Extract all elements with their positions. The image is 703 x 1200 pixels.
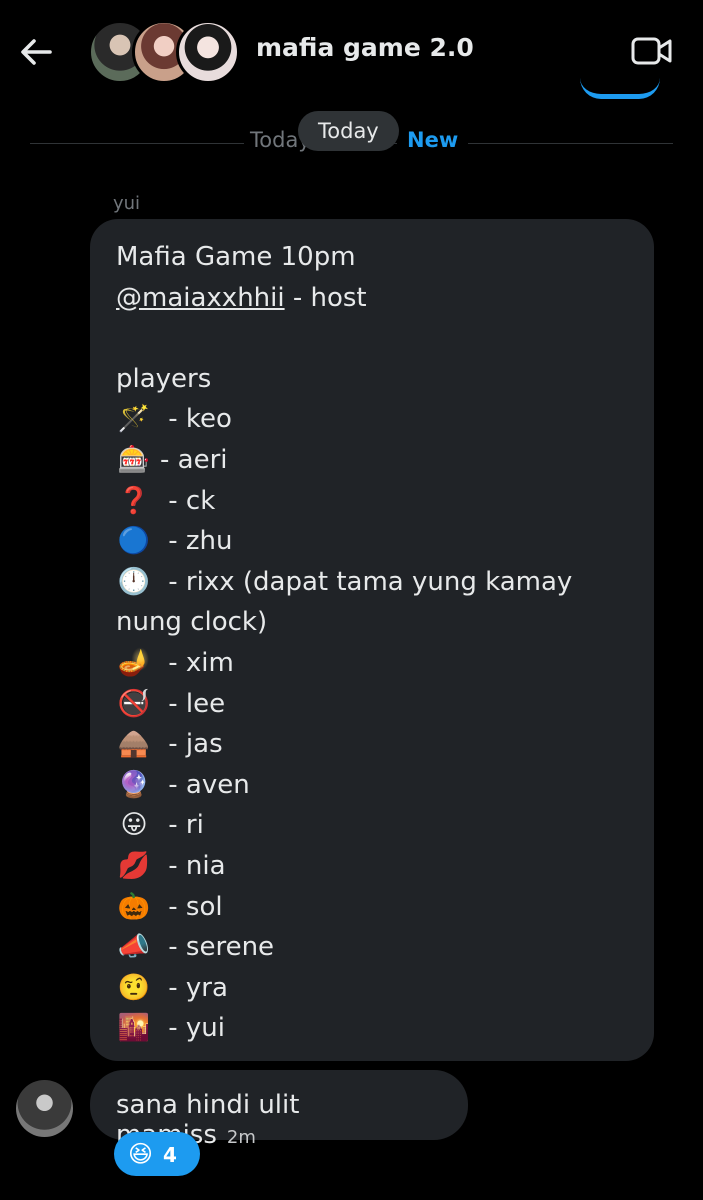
conversation-title[interactable]: mafia game 2.0 xyxy=(256,33,474,62)
slot-machine-emoji-icon: 🎰 xyxy=(117,444,151,475)
hut-emoji-icon: 🛖 xyxy=(117,729,151,760)
line-text: - jas xyxy=(160,729,223,760)
player-line: 🚭 - lee xyxy=(116,684,628,725)
line-text: - sol xyxy=(160,891,223,922)
message-line: players xyxy=(116,359,628,400)
magic-wand-emoji-icon: 🪄 xyxy=(117,404,151,435)
conversation-header: mafia game 2.0 xyxy=(0,0,703,100)
player-line: 🎰 - aeri xyxy=(116,440,628,481)
line-text: - ri xyxy=(160,810,204,841)
crystal-ball-emoji-icon: 🔮 xyxy=(117,769,151,800)
line-text: - host xyxy=(284,282,367,313)
group-avatars[interactable] xyxy=(88,20,240,84)
avatar[interactable] xyxy=(16,1080,73,1137)
user-mention-link[interactable]: @maiaxxhhii xyxy=(116,283,285,313)
player-line: ❓ - ck xyxy=(116,481,628,522)
line-text: - rixx (dapat tama yung kamay nung clock… xyxy=(116,566,573,638)
line-text: players xyxy=(116,363,212,394)
question-mark-emoji-icon: ❓ xyxy=(117,485,151,516)
tongue-face-emoji-icon: 😛 xyxy=(120,810,148,841)
line-text: - lee xyxy=(160,688,226,719)
no-smoking-emoji-icon: 🚭 xyxy=(117,688,151,719)
player-line: 🔵 - zhu xyxy=(116,521,628,562)
player-line: 🌇 - yui xyxy=(116,1008,628,1049)
message-line: Mafia Game 10pm xyxy=(116,237,628,278)
line-text: - aven xyxy=(160,769,250,800)
line-text: - yra xyxy=(160,972,228,1003)
scroll-indicator xyxy=(580,78,660,99)
reaction-count: 4 xyxy=(163,1143,177,1167)
player-line: 🎃 - sol xyxy=(116,887,628,928)
line-text: - aeri xyxy=(160,444,228,475)
raised-eyebrow-emoji-icon: 🤨 xyxy=(117,972,151,1003)
message-line: @maiaxxhhii - host xyxy=(116,278,628,319)
kiss-mark-emoji-icon: 💋 xyxy=(117,850,151,881)
pumpkin-emoji-icon: 🎃 xyxy=(117,891,151,922)
video-call-icon[interactable] xyxy=(630,34,674,68)
line-text: - keo xyxy=(160,404,232,435)
new-messages-label: New xyxy=(397,128,469,152)
diya-lamp-emoji-icon: 🪔 xyxy=(117,647,151,678)
line-text: Mafia Game 10pm xyxy=(116,242,356,272)
player-line: 🤨 - yra xyxy=(116,968,628,1009)
player-line: 🪄 - keo xyxy=(116,399,628,440)
player-line: 🔮 - aven xyxy=(116,765,628,806)
message-bubble[interactable]: Mafia Game 10pm @maiaxxhhii - host playe… xyxy=(90,219,654,1061)
line-text: - serene xyxy=(160,932,275,963)
player-line: 💋 - nia xyxy=(116,846,628,887)
date-pill: Today xyxy=(298,111,399,151)
cityscape-sunset-emoji-icon: 🌇 xyxy=(117,1013,151,1044)
reaction-badge[interactable]: 😆 4 xyxy=(114,1132,200,1176)
line-text: - yui xyxy=(160,1013,225,1044)
line-text: - ck xyxy=(160,485,216,516)
avatar xyxy=(176,20,240,84)
player-line: 😛 - ri xyxy=(116,805,628,846)
message-timestamp: 2m xyxy=(226,1127,256,1148)
player-line: 🕛 - rixx (dapat tama yung kamay nung clo… xyxy=(116,562,628,643)
player-line: 📣 - serene xyxy=(116,927,628,968)
megaphone-emoji-icon: 📣 xyxy=(117,932,151,963)
back-arrow-icon[interactable] xyxy=(18,34,54,70)
clock-emoji-icon: 🕛 xyxy=(117,566,151,597)
line-text: - xim xyxy=(160,647,234,678)
player-line: 🪔 - xim xyxy=(116,643,628,684)
blue-button-emoji-icon: 🔵 xyxy=(117,526,151,557)
reply-message-bubble[interactable]: sana hindi ulit mamiss2m xyxy=(90,1070,468,1150)
line-text: - zhu xyxy=(160,526,233,557)
line-text: - nia xyxy=(160,850,226,881)
message-sender-name: yui xyxy=(113,193,141,214)
player-line: 🛖 - jas xyxy=(116,724,628,765)
laughing-emoji-icon: 😆 xyxy=(128,1140,154,1168)
